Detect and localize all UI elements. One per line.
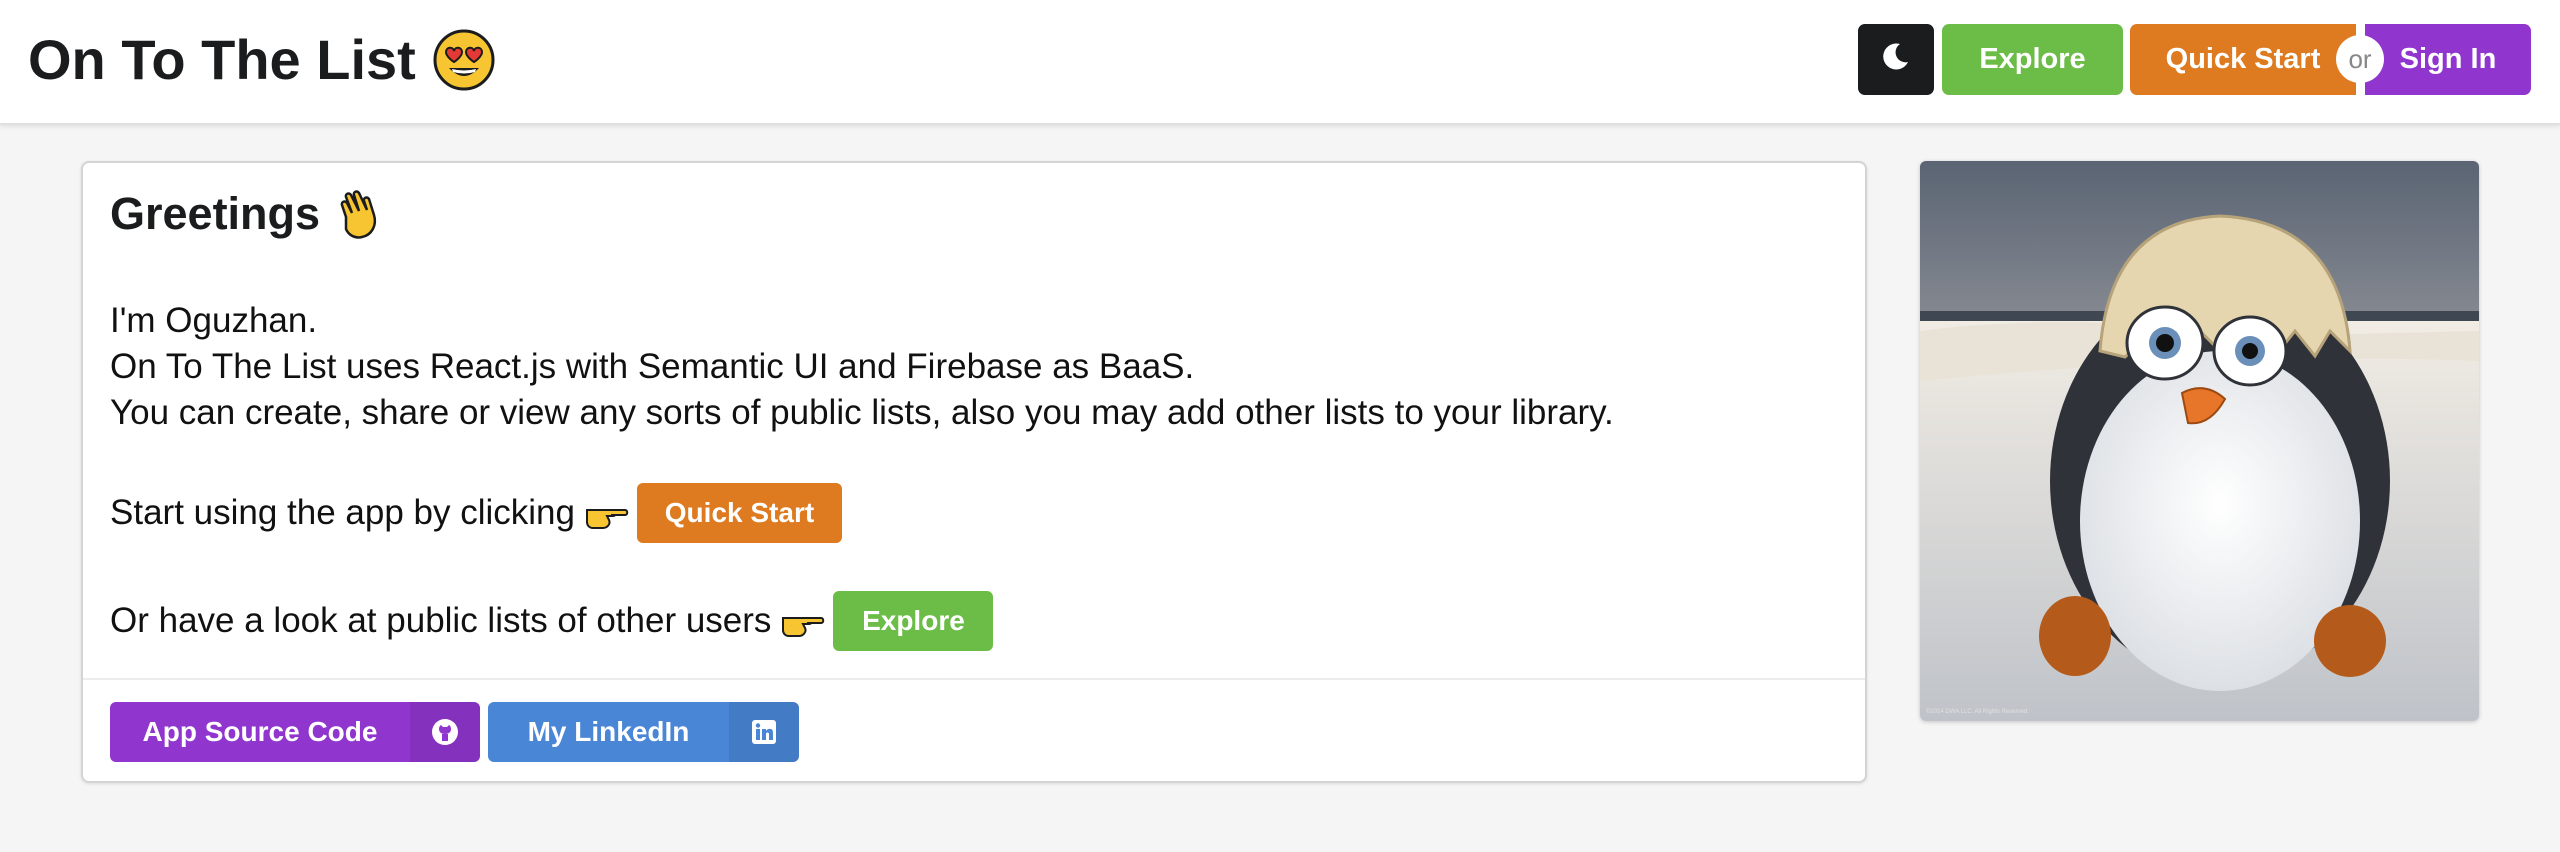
theme-toggle-button[interactable] bbox=[1858, 24, 1934, 95]
source-button-label: App Source Code bbox=[142, 716, 378, 747]
greetings-title: Greetings bbox=[110, 188, 321, 239]
linkedin-icon bbox=[729, 702, 799, 762]
waving-hand-icon bbox=[340, 190, 377, 239]
quick-start-prompt: Start using the app by clicking bbox=[110, 493, 575, 532]
penguin-image: ©2014 DWA LLC. All Rights Reserved. bbox=[1920, 161, 2479, 721]
nav-explore-button[interactable]: Explore bbox=[1942, 24, 2123, 95]
image-caption: ©2014 DWA LLC. All Rights Reserved. bbox=[1926, 708, 2029, 715]
quick-start-row: Start using the app by clicking Quick St… bbox=[110, 483, 842, 543]
card-divider bbox=[83, 678, 1865, 680]
card-heading: Greetings bbox=[110, 187, 386, 241]
pointing-hand-icon bbox=[585, 509, 629, 529]
intro-line: You can create, share or view any sorts … bbox=[110, 393, 1614, 432]
nav-quick-start-button[interactable]: Quick Start bbox=[2130, 24, 2356, 95]
moon-icon bbox=[1881, 41, 1911, 79]
linkedin-button[interactable]: My LinkedIn bbox=[488, 702, 799, 762]
nav-sign-in-button[interactable]: Sign In bbox=[2365, 24, 2531, 95]
explore-button[interactable]: Explore bbox=[833, 591, 994, 651]
intro-line: I'm Oguzhan. bbox=[110, 301, 318, 340]
top-navbar: On To The List Explore Quick Start Sign … bbox=[0, 0, 2560, 125]
app-title: On To The List bbox=[28, 28, 416, 91]
explore-row: Or have a look at public lists of other … bbox=[110, 591, 994, 651]
heart-eyes-emoji-icon bbox=[432, 28, 496, 92]
app-source-code-button[interactable]: App Source Code bbox=[110, 702, 480, 762]
pointing-hand-icon bbox=[782, 617, 825, 637]
explore-prompt: Or have a look at public lists of other … bbox=[110, 601, 772, 640]
github-icon bbox=[410, 702, 480, 762]
or-divider: or bbox=[2336, 35, 2384, 83]
greetings-card: Greetings I'm Oguzhan. On To The List us… bbox=[81, 161, 1867, 783]
linkedin-button-label: My LinkedIn bbox=[527, 716, 690, 747]
quick-start-button[interactable]: Quick Start bbox=[636, 483, 842, 543]
app-brand[interactable]: On To The List bbox=[28, 26, 496, 94]
intro-line: On To The List uses React.js with Semant… bbox=[110, 347, 1195, 386]
